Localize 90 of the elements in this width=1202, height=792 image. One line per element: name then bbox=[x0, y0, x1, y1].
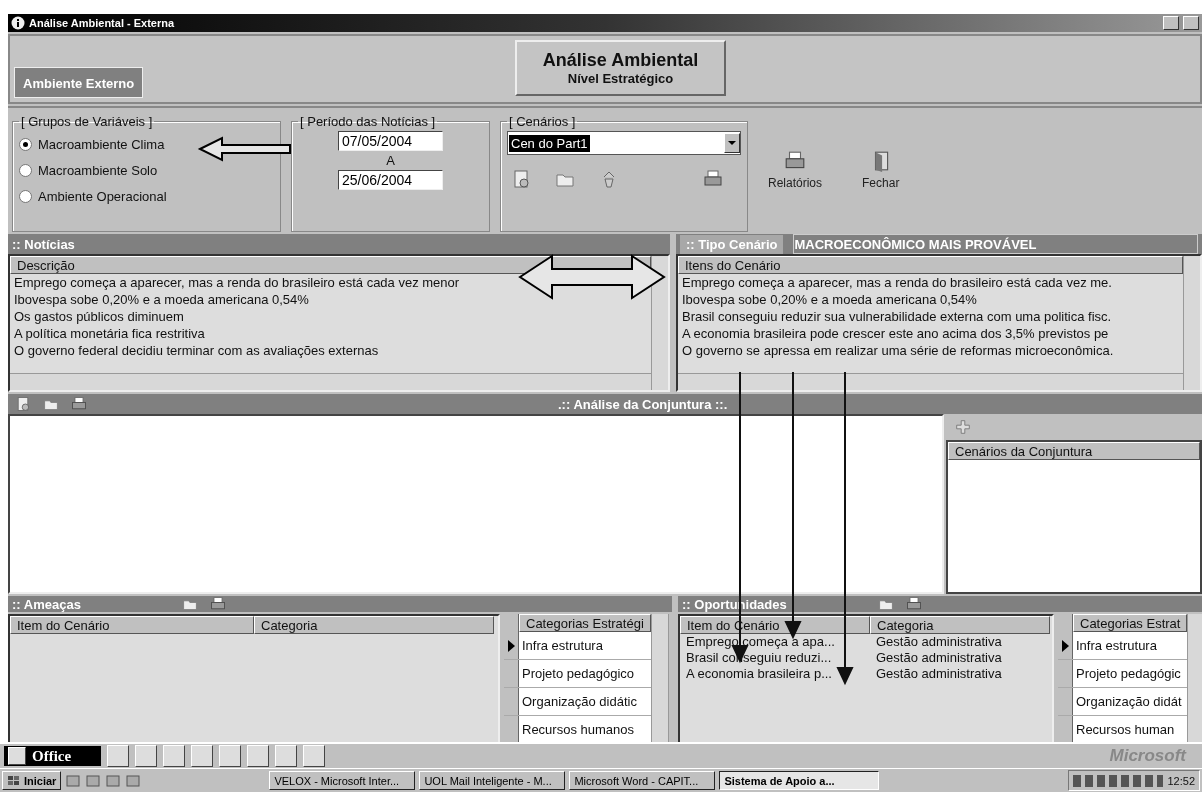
taskbar-button[interactable]: VELOX - Microsoft Inter... bbox=[269, 771, 416, 790]
group-label: [ Cenários ] bbox=[508, 114, 577, 129]
list-item[interactable]: Os gastos públicos diminuem bbox=[10, 308, 188, 325]
list-item[interactable]: Ibovespa sobe 0,20% e a moeda americana 0,54% bbox=[10, 291, 313, 308]
list-item[interactable]: O governo se apressa em realizar uma série de reformas microeconômica. bbox=[678, 342, 1118, 359]
panel-title: :: Notícias bbox=[12, 236, 75, 252]
column-header[interactable]: Itens do Cenário bbox=[678, 256, 1183, 274]
app-subtitle: Nível Estratégico bbox=[567, 71, 674, 86]
table-cell-text: Gestão administrativa bbox=[875, 650, 1003, 666]
info-icon bbox=[11, 16, 25, 30]
quick-launch-icon[interactable] bbox=[85, 772, 102, 789]
category-row[interactable]: Infra estrutura bbox=[504, 632, 651, 660]
vertical-scrollbar[interactable] bbox=[651, 256, 668, 390]
toolbar-icon[interactable] bbox=[303, 745, 326, 767]
document-clock-icon[interactable] bbox=[511, 169, 531, 189]
panel-title: :: Ameaças bbox=[12, 596, 81, 612]
toolbar-icon[interactable] bbox=[219, 745, 242, 767]
radio-option[interactable]: Macroambiente Clima bbox=[19, 131, 165, 157]
panel-title: .:: Análise da Conjuntura ::. bbox=[558, 396, 728, 412]
start-icon bbox=[7, 774, 21, 787]
list-item[interactable]: A política monetária fica restritiva bbox=[10, 325, 209, 342]
scenario-list[interactable]: Cenários da Conjuntura bbox=[946, 440, 1202, 594]
category-row[interactable]: Projeto pedagógic bbox=[1058, 660, 1188, 688]
list-item[interactable]: Ibovespa sobe 0,20% e a moeda americana 0,54% bbox=[678, 291, 981, 308]
scenario-dropdown[interactable]: Cen do Part1 bbox=[507, 131, 741, 155]
radio-option[interactable]: Macroambiente Solo bbox=[19, 157, 158, 183]
category-row[interactable]: Projeto pedagógico bbox=[504, 660, 651, 688]
toolbar-icon[interactable] bbox=[107, 745, 130, 767]
add-icon[interactable] bbox=[954, 418, 972, 436]
radio-option[interactable]: Ambiente Operacional bbox=[19, 183, 167, 209]
column-header[interactable]: Categoria bbox=[870, 616, 1050, 634]
column-header[interactable]: Categorias Estrat bbox=[1073, 614, 1188, 632]
start-date-field[interactable]: 07/05/2004 bbox=[338, 131, 443, 151]
radio-icon[interactable] bbox=[19, 137, 32, 151]
taskbar-button[interactable]: UOL Mail Inteligente - M... bbox=[419, 771, 566, 790]
toolbar-button[interactable]: Fechar bbox=[862, 150, 900, 232]
table-cell-text: Gestão administrativa bbox=[875, 666, 1003, 682]
list-item[interactable]: Brasil conseguiu reduzir sua vulnerabilidade externa com uma politica fisc. bbox=[678, 308, 1116, 325]
category-row[interactable]: Infra estrutura bbox=[1058, 632, 1188, 660]
window-title: Análise Ambiental - Externa bbox=[29, 17, 176, 29]
range-separator: A bbox=[386, 153, 395, 168]
minimize-button[interactable] bbox=[1163, 16, 1179, 30]
quick-launch-icon[interactable] bbox=[105, 772, 122, 789]
table-cell-text: Gestão administrativa bbox=[875, 634, 1003, 650]
panel-title: :: Tipo Cenário bbox=[680, 234, 784, 254]
printer-icon[interactable] bbox=[703, 169, 723, 189]
printer-icon[interactable] bbox=[904, 596, 923, 612]
vertical-scrollbar[interactable] bbox=[1187, 614, 1202, 744]
clock: 12:52 bbox=[1167, 774, 1195, 787]
column-header[interactable]: Categorias Estratégi bbox=[519, 614, 651, 632]
printer-icon[interactable] bbox=[208, 596, 227, 612]
vertical-scrollbar[interactable] bbox=[1183, 256, 1200, 390]
quick-launch-icon[interactable] bbox=[125, 772, 142, 789]
taskbar-button[interactable]: Sistema de Apoio a... bbox=[719, 771, 880, 790]
table-cell-text: Emprego começa a apa... bbox=[685, 634, 836, 650]
printer-icon[interactable] bbox=[70, 396, 88, 412]
app-title: Análise Ambiental bbox=[542, 50, 699, 71]
brand-label: Microsoft bbox=[1109, 746, 1188, 766]
group-label: [ Período das Notícias ] bbox=[299, 114, 437, 129]
vertical-scrollbar[interactable] bbox=[650, 614, 668, 744]
toolbar-button[interactable]: Relatórios bbox=[768, 150, 823, 232]
column-header[interactable]: Descrição bbox=[10, 256, 651, 274]
quick-launch-icon[interactable] bbox=[65, 772, 82, 789]
taskbar-button[interactable]: Microsoft Word - CAPIT... bbox=[569, 771, 716, 790]
end-date-field[interactable]: 25/06/2004 bbox=[338, 170, 443, 190]
table-cell-text: A economia brasileira p... bbox=[685, 666, 833, 682]
list-item[interactable]: Emprego começa a aparecer, mas a renda do brasileiro está cada vez me. bbox=[678, 274, 1116, 291]
radio-icon[interactable] bbox=[19, 189, 32, 203]
toolbar-icon[interactable] bbox=[247, 745, 270, 767]
start-button[interactable]: Iniciar bbox=[2, 771, 62, 790]
office-button[interactable]: Office bbox=[4, 746, 102, 766]
toolbar-icon[interactable] bbox=[191, 745, 214, 767]
toolbar-icon[interactable] bbox=[275, 745, 298, 767]
group-label: [ Grupos de Variáveis ] bbox=[20, 114, 154, 129]
column-header[interactable]: Categoria bbox=[254, 616, 494, 634]
list-item[interactable]: Emprego começa a aparecer, mas a renda do brasileiro está cada vez menor bbox=[10, 274, 464, 291]
toolbar-icon[interactable] bbox=[163, 745, 186, 767]
toolbar-icon[interactable] bbox=[135, 745, 158, 767]
column-header[interactable]: Cenários da Conjuntura bbox=[948, 442, 1200, 460]
column-header[interactable]: Item do Cenário bbox=[10, 616, 254, 634]
horizontal-scrollbar[interactable] bbox=[10, 373, 651, 390]
list-item[interactable]: A economia brasileira pode crescer este ano acima dos 3,5% previstos pe bbox=[678, 325, 1113, 342]
category-row[interactable]: Organização didátic bbox=[504, 688, 651, 716]
radio-icon[interactable] bbox=[19, 163, 32, 177]
category-row[interactable]: Organização didát bbox=[1058, 688, 1188, 716]
scenario-type-dropdown[interactable]: MACROECONÔMICO MAIS PROVÁVEL bbox=[793, 234, 1198, 254]
list-item[interactable]: O governo federal decidiu terminar com as avaliações externas bbox=[10, 342, 383, 359]
horizontal-scrollbar[interactable] bbox=[678, 373, 1183, 390]
section-tab[interactable]: Ambiente Externo bbox=[14, 67, 144, 98]
restore-button[interactable] bbox=[1183, 16, 1199, 30]
